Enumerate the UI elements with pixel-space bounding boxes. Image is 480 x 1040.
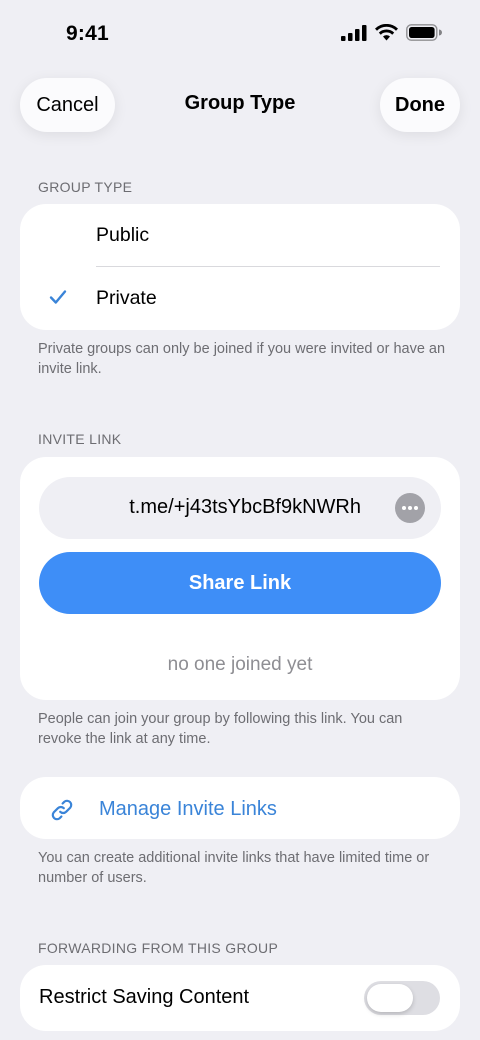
status-icons [341,24,442,41]
invite-link-card: t.me/+j43tsYbcBf9kNWRh Share Link no one… [20,457,460,700]
invite-link-field[interactable]: t.me/+j43tsYbcBf9kNWRh [39,477,441,539]
toggle-knob [367,984,413,1012]
share-link-button[interactable]: Share Link [39,552,441,614]
restrict-saving-toggle[interactable] [364,981,440,1015]
status-bar: 9:41 [0,0,480,70]
option-private-label: Private [96,286,157,309]
restrict-saving-row: Restrict Saving Content [20,965,460,1031]
battery-icon [406,24,442,41]
manage-invite-links-label: Manage Invite Links [99,798,277,820]
option-private[interactable]: Private [20,267,460,329]
group-type-header: GROUP TYPE [38,179,133,195]
option-public-label: Public [96,223,150,246]
signal-icon [341,24,367,41]
invite-link-text: t.me/+j43tsYbcBf9kNWRh [129,496,361,518]
forwarding-header: FORWARDING FROM THIS GROUP [38,940,279,956]
manage-footnote: You can create additional invite links t… [38,850,430,886]
link-icon [51,799,73,821]
invite-link-header: INVITE LINK [38,431,122,447]
restrict-saving-label: Restrict Saving Content [39,986,250,1008]
navigation-bar: Cancel Group Type Done [0,78,480,132]
joined-status: no one joined yet [167,654,313,675]
done-button[interactable]: Done [380,78,460,132]
status-time: 9:41 [66,22,109,45]
option-public[interactable]: Public [20,204,460,266]
wifi-icon [375,24,398,41]
more-options-icon[interactable] [395,493,425,523]
group-type-screen: 9:41 Cancel Group Type Done GROUP TYPE P… [0,0,480,1040]
manage-invite-links-row[interactable]: Manage Invite Links [20,777,460,839]
group-type-footnote: Private groups can only be joined if you… [38,341,446,377]
checkmark-icon [49,290,67,304]
group-type-card: Public Private [20,204,460,330]
invite-link-footnote: People can join your group by following … [38,711,403,747]
